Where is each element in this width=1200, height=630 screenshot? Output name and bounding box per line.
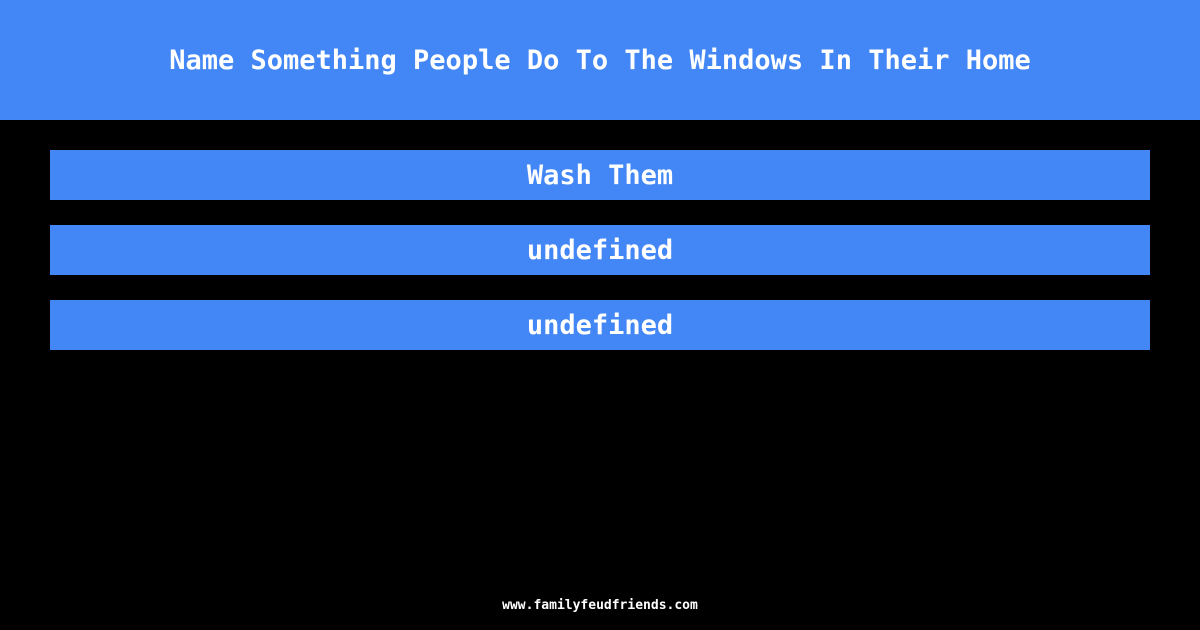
question-title: Name Something People Do To The Windows … [169, 44, 1031, 76]
footer-site-url: www.familyfeudfriends.com [502, 598, 698, 613]
answer-label: undefined [526, 234, 674, 266]
answer-label: Wash Them [526, 159, 674, 191]
answer-bar-1: Wash Them [50, 150, 1150, 200]
answer-bar-2: undefined [50, 225, 1150, 275]
answer-bar-3: undefined [50, 300, 1150, 350]
answer-label: undefined [526, 309, 674, 341]
question-header: Name Something People Do To The Windows … [0, 0, 1200, 120]
